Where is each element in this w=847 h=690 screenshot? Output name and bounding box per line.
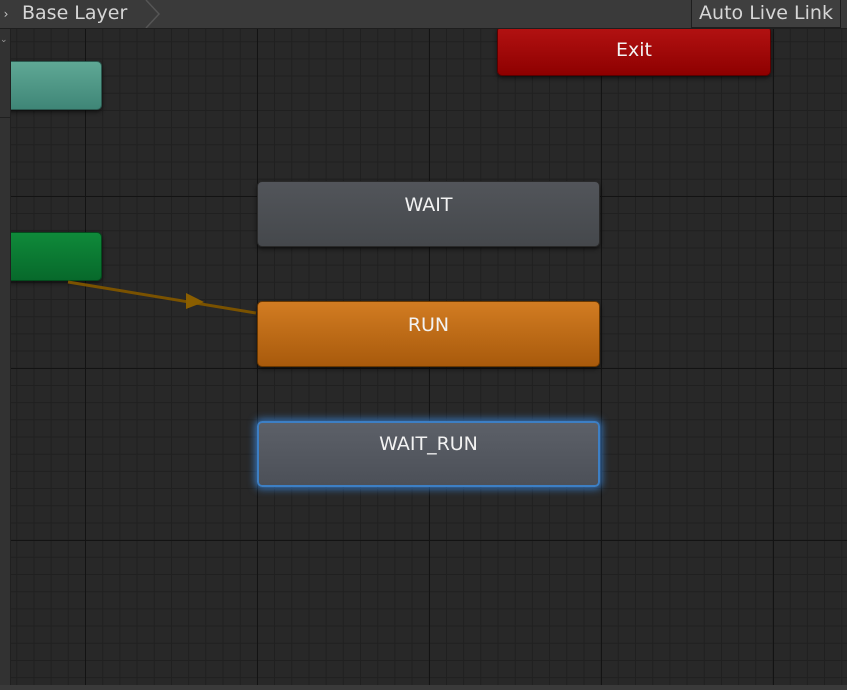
transition-entry-to-run[interactable] xyxy=(67,280,257,315)
bottom-edge xyxy=(0,685,847,690)
auto-live-link-button[interactable]: Auto Live Link xyxy=(691,0,841,28)
left-panel-edge[interactable]: ⌄ xyxy=(0,29,11,690)
left-panel-divider xyxy=(0,117,10,118)
breadcrumb-base-layer[interactable]: Base Layer xyxy=(12,0,138,28)
exit-node[interactable]: Exit xyxy=(497,26,771,76)
transition-arrow-icon xyxy=(186,293,204,309)
state-node-run[interactable]: RUN xyxy=(257,301,600,367)
breadcrumb-arrow-icon[interactable]: › xyxy=(0,0,12,28)
breadcrumb-chevron-icon xyxy=(145,0,161,28)
animator-toolbar: › Base Layer Auto Live Link xyxy=(0,0,847,29)
collapse-arrow-icon[interactable]: ⌄ xyxy=(0,35,8,45)
state-node-wait[interactable]: WAIT xyxy=(257,181,600,247)
state-node-wait-run[interactable]: WAIT_RUN xyxy=(257,421,600,487)
